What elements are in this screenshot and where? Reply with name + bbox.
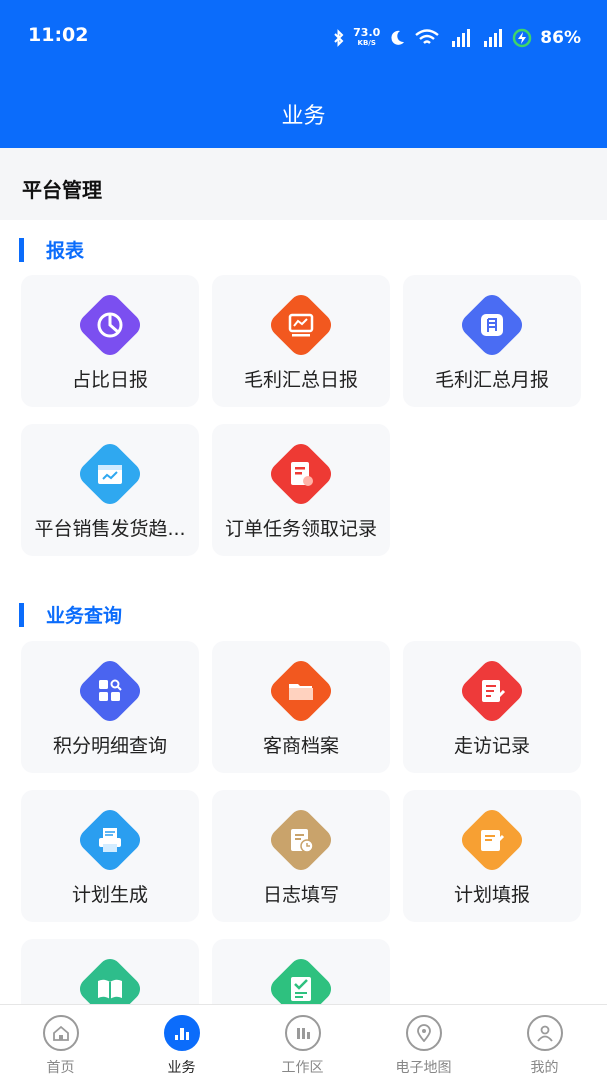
box-trend-icon xyxy=(75,439,145,509)
edit-plan-icon xyxy=(457,805,527,875)
tab-label: 我的 xyxy=(530,1060,559,1076)
user-icon xyxy=(527,1015,563,1051)
menu-card-label: 平台销售发货趋... xyxy=(34,518,186,540)
menu-card-share-daily[interactable]: 占比日报 xyxy=(21,275,199,407)
signal-5g-icon xyxy=(452,29,471,47)
app-header: 11:02 73.0 KB/S 86% 业务 xyxy=(0,0,607,148)
status-icons: 73.0 KB/S 86% xyxy=(333,22,581,54)
page-title: 业务 xyxy=(281,104,326,129)
status-time: 11:02 xyxy=(28,24,89,46)
menu-card-log-entry[interactable]: 日志填写 xyxy=(212,790,390,922)
home-icon xyxy=(43,1015,79,1051)
wifi-icon xyxy=(415,29,440,44)
map-pin-icon xyxy=(406,1015,442,1051)
menu-card-gross-profit-monthly[interactable]: 毛利汇总月报 xyxy=(403,275,581,407)
log-clock-icon xyxy=(266,805,336,875)
tab-label: 首页 xyxy=(46,1060,75,1076)
tab-label: 电子地图 xyxy=(395,1060,452,1076)
menu-card-gross-profit-daily[interactable]: 毛利汇总日报 xyxy=(212,275,390,407)
menu-card-label: 毛利汇总月报 xyxy=(434,369,549,391)
net-speed: 73.0 KB/S xyxy=(353,26,381,47)
menu-card-customer-archive[interactable]: 客商档案 xyxy=(212,641,390,773)
tab-map[interactable]: 电子地图 xyxy=(363,1015,484,1077)
menu-card-label: 计划填报 xyxy=(453,884,530,906)
tab-home[interactable]: 首页 xyxy=(0,1015,121,1077)
menu-card-order-task-records[interactable]: 订单任务领取记录 xyxy=(212,424,390,556)
menu-card-label: 走访记录 xyxy=(453,735,530,757)
printer-plan-icon xyxy=(75,805,145,875)
menu-card-plan-generate[interactable]: 计划生成 xyxy=(21,790,199,922)
tab-business[interactable]: 业务 xyxy=(121,1015,242,1077)
bluetooth-icon xyxy=(334,29,344,47)
tab-label: 业务 xyxy=(167,1060,196,1076)
menu-card-label: 客商档案 xyxy=(262,735,339,757)
business-icon xyxy=(164,1015,200,1051)
calendar-month-icon xyxy=(457,290,527,360)
group-title-reports: 报表 xyxy=(19,236,84,263)
menu-card-label: 毛利汇总日报 xyxy=(243,369,358,391)
pie-chart-icon xyxy=(75,290,145,360)
tab-workspace[interactable]: 工作区 xyxy=(242,1015,363,1077)
visit-record-icon xyxy=(457,656,527,726)
group-accent-bar xyxy=(19,237,24,262)
section-platform-management: 平台管理 xyxy=(0,148,607,220)
signal-5g-icon xyxy=(484,29,503,47)
folder-icon xyxy=(266,656,336,726)
menu-card-sales-trend[interactable]: 平台销售发货趋... xyxy=(21,424,199,556)
menu-card-label: 积分明细查询 xyxy=(52,735,167,757)
status-bar: 11:02 73.0 KB/S 86% xyxy=(0,22,607,54)
charging-icon xyxy=(513,28,532,48)
menu-card-label: 占比日报 xyxy=(71,369,148,391)
menu-card-visit-records[interactable]: 走访记录 xyxy=(403,641,581,773)
menu-card-label: 订单任务领取记录 xyxy=(224,518,377,540)
tab-profile[interactable]: 我的 xyxy=(484,1015,605,1077)
section-title: 平台管理 xyxy=(22,178,102,202)
moon-icon xyxy=(391,30,405,45)
workspace-icon xyxy=(285,1015,321,1051)
menu-card-label: 计划生成 xyxy=(71,884,148,906)
group-title-business-query: 业务查询 xyxy=(19,601,122,628)
order-task-icon xyxy=(266,439,336,509)
group-accent-bar xyxy=(19,602,24,627)
grid-search-icon xyxy=(75,656,145,726)
monitor-chart-icon xyxy=(266,290,336,360)
battery-level: 86% xyxy=(540,28,581,48)
menu-card-points-detail[interactable]: 积分明细查询 xyxy=(21,641,199,773)
menu-card-label: 日志填写 xyxy=(262,884,339,906)
menu-card-plan-report[interactable]: 计划填报 xyxy=(403,790,581,922)
bottom-tab-bar: 首页 业务 工作区 电子地图 我的 xyxy=(0,1004,607,1080)
group-title-text: 业务查询 xyxy=(46,605,123,627)
tab-label: 工作区 xyxy=(281,1060,324,1076)
group-title-text: 报表 xyxy=(46,240,85,262)
